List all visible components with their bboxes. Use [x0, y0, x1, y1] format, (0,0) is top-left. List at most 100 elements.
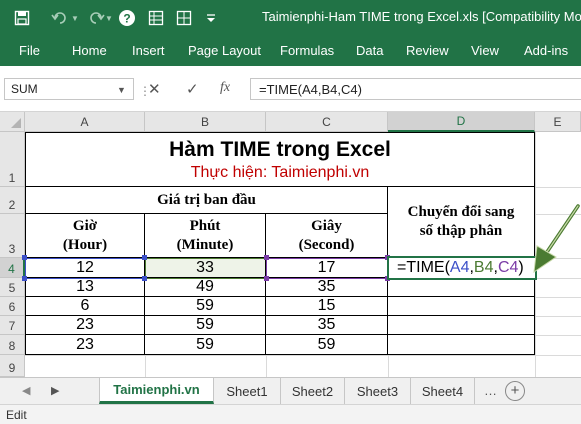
annotation-arrow-icon — [533, 204, 580, 274]
enter-button[interactable]: ✓ — [186, 80, 199, 98]
column-header-b[interactable]: B — [145, 112, 266, 132]
tab-insert[interactable]: Insert — [132, 43, 165, 58]
sheet-tab-bar: ◀ ▶ Taimienphi.vn Sheet1 Sheet2 Sheet3 S… — [0, 377, 581, 404]
resize-handle[interactable] — [264, 255, 269, 260]
resize-handle[interactable] — [142, 255, 147, 260]
cell-c7[interactable]: 35 — [266, 316, 388, 335]
sheet-tab-taimienphi[interactable]: Taimienphi.vn — [99, 378, 214, 404]
group-header-cell[interactable]: Giá trị ban đầu — [25, 187, 388, 214]
cell-d8[interactable] — [388, 335, 535, 355]
row-header-4[interactable]: 4 — [0, 258, 25, 278]
resize-handle[interactable] — [264, 276, 269, 281]
cell-c8[interactable]: 59 — [266, 335, 388, 355]
tab-formulas[interactable]: Formulas — [280, 43, 334, 58]
status-mode: Edit — [6, 408, 27, 422]
formula-input[interactable]: =TIME(A4,B4,C4) — [250, 78, 581, 100]
cell-b6[interactable]: 59 — [145, 297, 266, 316]
second-header-cell[interactable]: Giây (Second) — [266, 214, 388, 258]
ref-a4: A4 — [449, 259, 470, 276]
title-cell[interactable]: Hàm TIME trong Excel Thực hiện: Taimienp… — [25, 132, 535, 187]
ref-highlight-a4 — [25, 258, 146, 279]
column-header-e[interactable]: E — [535, 112, 581, 132]
cell-d6[interactable] — [388, 297, 535, 316]
cell-d5[interactable] — [388, 278, 535, 297]
row-header-2[interactable]: 2 — [0, 187, 25, 214]
gridline — [535, 187, 581, 188]
column-header-a[interactable]: A — [25, 112, 145, 132]
ref-highlight-c4 — [266, 258, 389, 279]
gridline — [535, 335, 581, 336]
ref-b4: B4 — [473, 259, 494, 276]
cancel-button[interactable]: ✕ — [148, 80, 161, 98]
insert-function-button[interactable]: fx — [220, 80, 230, 96]
tab-page-layout[interactable]: Page Layout — [188, 43, 261, 58]
tab-review[interactable]: Review — [406, 43, 449, 58]
sheet-tab-sheet1[interactable]: Sheet1 — [214, 378, 281, 404]
tab-add-ins[interactable]: Add-ins — [524, 43, 568, 58]
row-header-6[interactable]: 6 — [0, 297, 25, 316]
row-header-1[interactable]: 1 — [0, 132, 25, 187]
cell-b7[interactable]: 59 — [145, 316, 266, 335]
save-icon[interactable] — [12, 8, 32, 28]
gridline — [266, 355, 267, 377]
customize-icon[interactable] — [204, 8, 218, 28]
cell-a8[interactable]: 23 — [25, 335, 145, 355]
status-bar: Edit — [0, 404, 581, 424]
cell-b5[interactable]: 49 — [145, 278, 266, 297]
form-icon[interactable] — [146, 8, 166, 28]
cell-d7[interactable] — [388, 316, 535, 335]
gridline — [535, 297, 581, 298]
ref-highlight-b4 — [145, 258, 267, 279]
gridline — [535, 316, 581, 317]
row-header-7[interactable]: 7 — [0, 316, 25, 335]
help-icon[interactable]: ? — [117, 8, 137, 28]
resize-handle[interactable] — [142, 276, 147, 281]
gridline — [388, 355, 389, 377]
column-header-d[interactable]: D — [388, 112, 535, 132]
resize-handle[interactable] — [22, 255, 27, 260]
more-sheets-icon[interactable]: … — [484, 383, 497, 398]
scroll-right-icon[interactable]: ▶ — [51, 384, 59, 397]
ref-c4: C4 — [497, 259, 519, 276]
add-sheet-icon[interactable]: + — [505, 381, 525, 401]
minute-header-cell[interactable]: Phút (Minute) — [145, 214, 266, 258]
column-header-c[interactable]: C — [266, 112, 388, 132]
redo-dropdown-icon[interactable]: ▼ — [104, 8, 114, 28]
name-box[interactable]: SUM — [4, 78, 134, 100]
formula-prefix: =TIME( — [397, 259, 450, 276]
row-header-9[interactable]: 9 — [0, 355, 25, 377]
cell-a7[interactable]: 23 — [25, 316, 145, 335]
spreadsheet-grid: A B C D E 1 2 3 4 5 6 7 8 9 Hàm TIME tro… — [0, 112, 581, 377]
chevron-down-icon[interactable]: ▼ — [117, 85, 126, 95]
sheet-tab-sheet2[interactable]: Sheet2 — [281, 378, 345, 404]
decimal-header-cell[interactable]: Chuyển đổi sang số thập phân — [388, 187, 535, 258]
title-bar: ▼ ▼ ? Taimienphi-Ham TIME trong Excel.xl… — [0, 0, 581, 36]
tab-home[interactable]: Home — [72, 43, 107, 58]
cell-a5[interactable]: 13 — [25, 278, 145, 297]
sheet-tab-sheet4[interactable]: Sheet4 — [411, 378, 475, 404]
scroll-left-icon[interactable]: ◀ — [22, 384, 30, 397]
row-header-3[interactable]: 3 — [0, 214, 25, 258]
active-cell-editor[interactable]: =TIME(A4,B4,C4) — [387, 256, 537, 280]
cell-c6[interactable]: 15 — [266, 297, 388, 316]
tab-data[interactable]: Data — [356, 43, 383, 58]
tab-file[interactable]: File — [19, 43, 40, 58]
window-title: Taimienphi-Ham TIME trong Excel.xls [Com… — [262, 9, 581, 24]
tab-view[interactable]: View — [471, 43, 499, 58]
ribbon-tabs: File Home Insert Page Layout Formulas Da… — [0, 36, 581, 66]
select-all-button[interactable] — [0, 112, 25, 132]
table-icon[interactable] — [174, 8, 194, 28]
hour-header-cell[interactable]: Giờ (Hour) — [25, 214, 145, 258]
gridline — [25, 355, 581, 356]
svg-text:?: ? — [123, 12, 130, 26]
cell-b8[interactable]: 59 — [145, 335, 266, 355]
undo-dropdown-icon[interactable]: ▼ — [70, 8, 80, 28]
sheet-tab-sheet3[interactable]: Sheet3 — [345, 378, 411, 404]
formula-bar-area: SUM ▼ ⋮ ✕ ✓ fx =TIME(A4,B4,C4) — [0, 66, 581, 112]
cell-a6[interactable]: 6 — [25, 297, 145, 316]
resize-handle[interactable] — [22, 276, 27, 281]
cell-c5[interactable]: 35 — [266, 278, 388, 297]
row-header-8[interactable]: 8 — [0, 335, 25, 355]
sheet-subtitle: Thực hiện: Taimienphi.vn — [190, 163, 370, 181]
undo-icon[interactable] — [48, 8, 72, 28]
